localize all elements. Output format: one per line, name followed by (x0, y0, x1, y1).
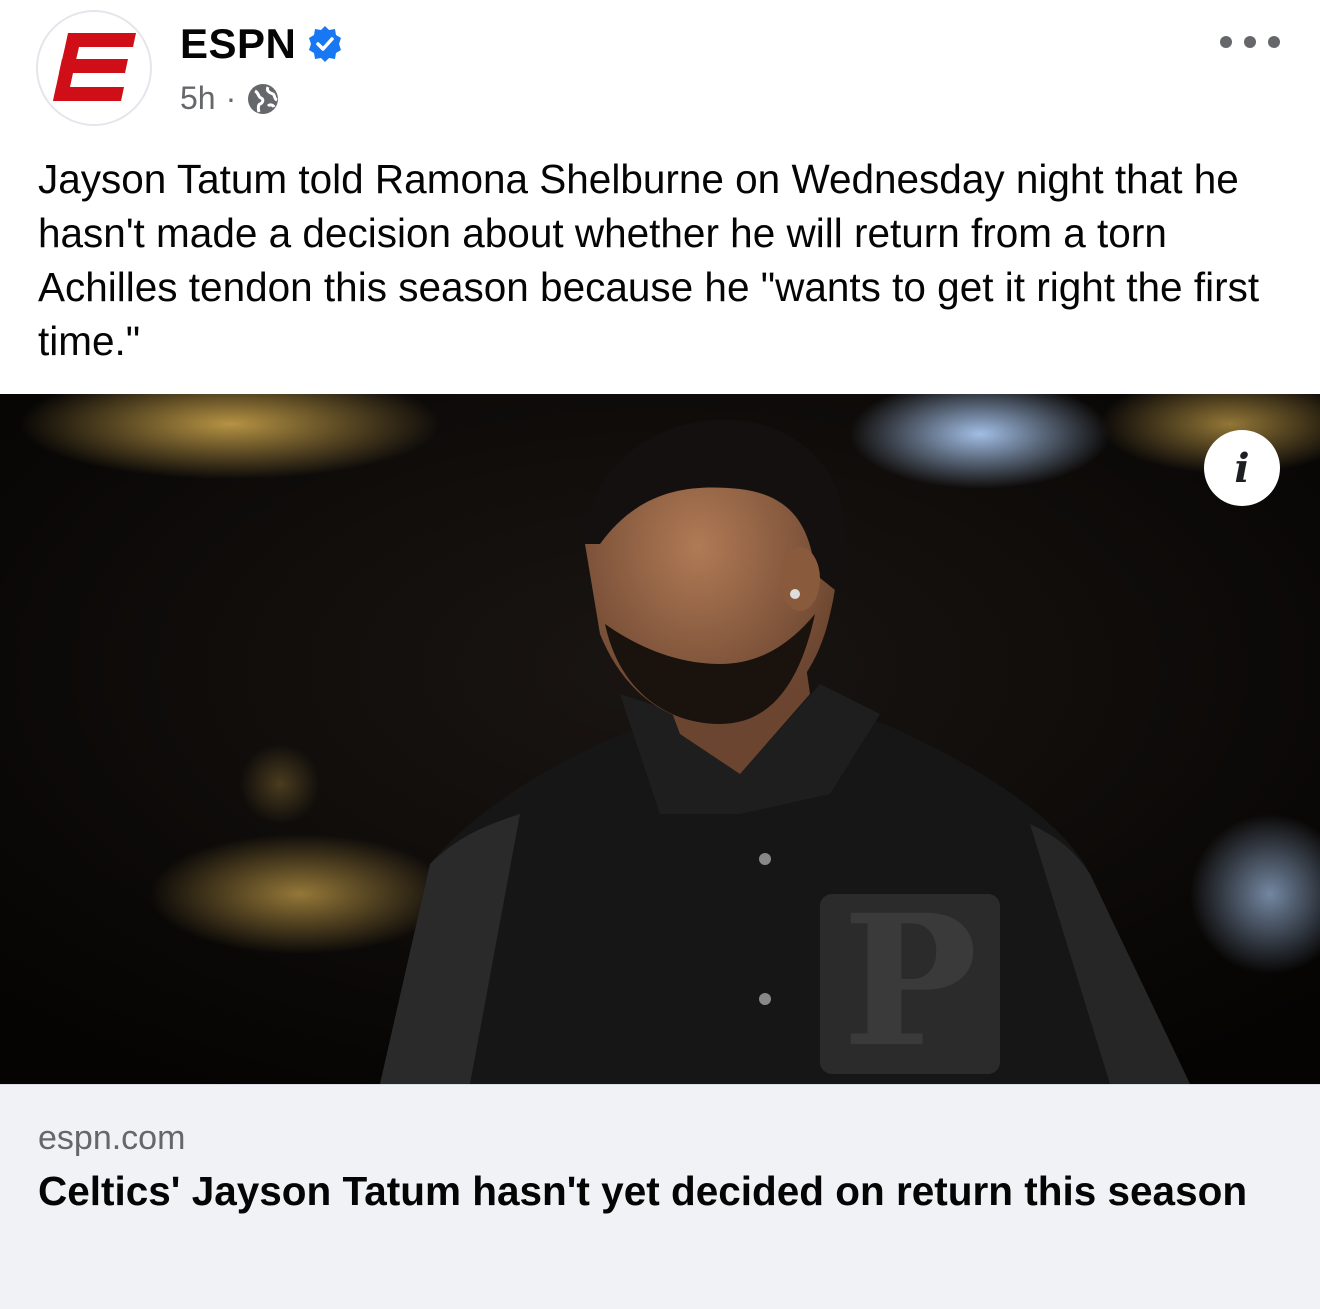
timestamp[interactable]: 5h (180, 80, 216, 117)
page-name[interactable]: ESPN (180, 20, 344, 68)
more-dot (1220, 36, 1232, 48)
svg-text:P: P (842, 876, 977, 1084)
espn-logo-icon (53, 33, 136, 101)
more-options-icon[interactable] (1220, 30, 1280, 54)
espn-avatar[interactable] (36, 10, 152, 126)
info-icon-glyph: i (1234, 444, 1250, 492)
page-name-label: ESPN (180, 20, 297, 67)
info-icon[interactable]: i (1204, 430, 1280, 506)
link-preview[interactable]: espn.com Celtics' Jayson Tatum hasn't ye… (0, 1084, 1320, 1309)
more-dot (1244, 36, 1256, 48)
post-meta: 5h · (180, 80, 280, 117)
post-text: Jayson Tatum told Ramona Shelburne on We… (38, 156, 1260, 364)
link-domain: espn.com (38, 1119, 186, 1157)
link-title[interactable]: Celtics' Jayson Tatum hasn't yet decided… (38, 1165, 1278, 1217)
more-dot (1268, 36, 1280, 48)
post-header: ESPN 5h · (0, 0, 1320, 150)
post-photo[interactable]: P i (0, 394, 1320, 1084)
verified-badge-icon (306, 25, 344, 63)
player-photo: P (0, 394, 1320, 1084)
globe-icon (246, 82, 280, 116)
meta-separator: · (225, 80, 237, 116)
